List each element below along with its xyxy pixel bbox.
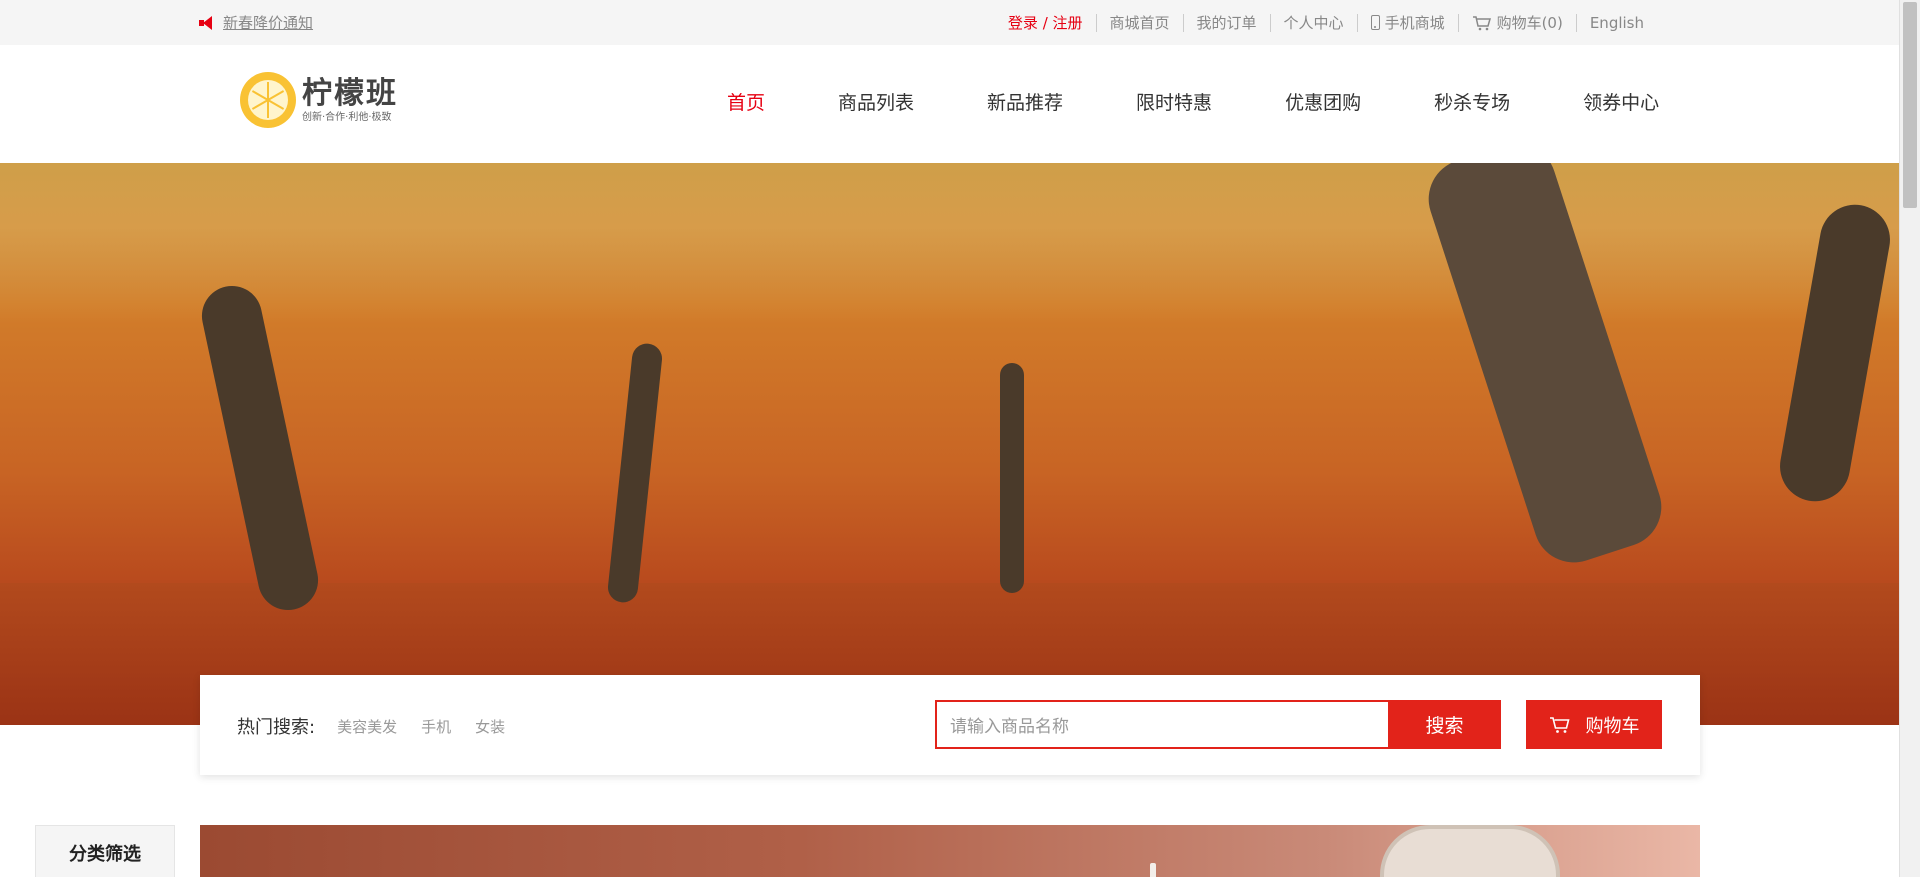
- cart-link-label: 购物车(0): [1496, 13, 1563, 32]
- mobile-mall-link[interactable]: 手机商城: [1356, 13, 1458, 32]
- top-bar: 新春降价通知 登录 / 注册 商城首页 我的订单 个人中心 手机商城 购物车(0…: [0, 0, 1899, 45]
- search-input[interactable]: 请输入商品名称: [935, 700, 1390, 749]
- hot-search: 热门搜索: 美容美发 手机 女装: [237, 713, 505, 739]
- search-panel: 热门搜索: 美容美发 手机 女装 请输入商品名称 搜索 购物车: [200, 675, 1700, 775]
- search-button[interactable]: 搜索: [1388, 700, 1501, 749]
- page-scrollbar[interactable]: [1899, 0, 1920, 877]
- logo-name: 柠檬班: [302, 75, 398, 111]
- hot-search-label: 热门搜索:: [237, 717, 316, 738]
- nav-coupon-center[interactable]: 领券中心: [1583, 88, 1659, 115]
- category-filter[interactable]: 分类筛选: [35, 825, 175, 877]
- login-register-link[interactable]: 登录 / 注册: [995, 14, 1096, 32]
- cart-button-label: 购物车: [1585, 715, 1640, 737]
- main-nav: 首页 商品列表 新品推荐 限时特惠 优惠团购 秒杀专场 领券中心: [727, 88, 1659, 115]
- mobile-mall-label: 手机商城: [1384, 13, 1445, 32]
- nav-group-buy[interactable]: 优惠团购: [1285, 88, 1361, 115]
- mall-home-link[interactable]: 商城首页: [1095, 13, 1183, 32]
- top-links: 登录 / 注册 商城首页 我的订单 个人中心 手机商城 购物车(0) Engli…: [995, 0, 1657, 45]
- header: 柠檬班 创新·合作·利他·极致 首页 商品列表 新品推荐 限时特惠 优惠团购 秒…: [0, 45, 1899, 163]
- hot-term[interactable]: 美容美发: [337, 716, 397, 737]
- logo-slogan: 创新·合作·利他·极致: [302, 111, 392, 123]
- logo-text: 柠檬班 创新·合作·利他·极致: [302, 75, 398, 124]
- cart-icon: [1549, 716, 1570, 733]
- nav-home[interactable]: 首页: [727, 88, 765, 115]
- nav-product-list[interactable]: 商品列表: [838, 88, 914, 115]
- promo-banner[interactable]: [200, 825, 1700, 877]
- nav-limited-offers[interactable]: 限时特惠: [1136, 88, 1212, 115]
- lemon-logo-icon: [240, 72, 296, 128]
- hot-term[interactable]: 女装: [475, 716, 505, 737]
- hot-term[interactable]: 手机: [421, 716, 451, 737]
- logo[interactable]: 柠檬班 创新·合作·利他·极致: [240, 72, 398, 128]
- english-link[interactable]: English: [1575, 13, 1657, 32]
- page: 新春降价通知 登录 / 注册 商城首页 我的订单 个人中心 手机商城 购物车(0…: [0, 0, 1920, 877]
- notice-link[interactable]: 新春降价通知: [223, 12, 313, 33]
- speaker-icon: [199, 15, 215, 31]
- notice[interactable]: 新春降价通知: [199, 12, 313, 33]
- phone-icon: [1370, 15, 1380, 30]
- cart-icon: [1472, 15, 1491, 30]
- hero-banner[interactable]: [0, 163, 1899, 725]
- scrollbar-thumb[interactable]: [1903, 2, 1917, 208]
- massage-chair-image: [1380, 825, 1560, 877]
- cart-link[interactable]: 购物车(0): [1457, 13, 1576, 32]
- my-orders-link[interactable]: 我的订单: [1182, 13, 1270, 32]
- cart-button[interactable]: 购物车: [1526, 700, 1662, 749]
- nav-flash-sale[interactable]: 秒杀专场: [1434, 88, 1510, 115]
- personal-center-link[interactable]: 个人中心: [1269, 13, 1357, 32]
- nav-new-arrivals[interactable]: 新品推荐: [987, 88, 1063, 115]
